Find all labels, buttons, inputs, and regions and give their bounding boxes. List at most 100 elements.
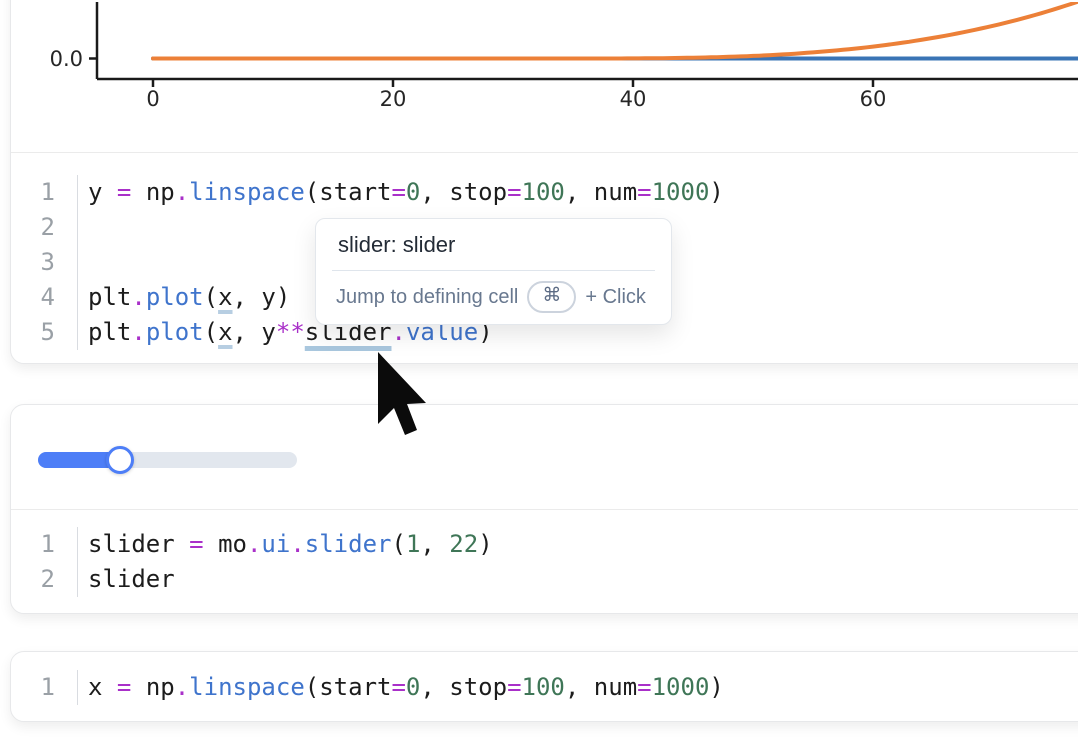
code-token: = — [637, 178, 651, 206]
code-line: 2 slider — [11, 562, 1078, 597]
series-line-power — [153, 2, 1078, 59]
code-token: . — [290, 530, 304, 558]
matplotlib-figure: 0.0 0 20 40 60 — [11, 2, 1078, 152]
notebook-cell-x: 1x = np.linspace(start=0, stop=100, num=… — [10, 651, 1078, 722]
plot-output-area: 0.0 0 20 40 60 — [11, 0, 1078, 153]
code-token: plot — [146, 283, 204, 311]
code-line-content: y = np.linspace(start=0, stop=100, num=1… — [77, 175, 1078, 210]
code-token: ) — [276, 283, 290, 311]
code-token: ( — [305, 178, 319, 206]
code-line: 1slider = mo.ui.slider(1, 22) — [11, 527, 1078, 562]
code-token: 100 — [522, 673, 565, 701]
code-token: = — [117, 673, 146, 701]
variable-tooltip: slider: slider Jump to defining cell ⌘ +… — [315, 218, 672, 325]
code-token: . — [131, 283, 145, 311]
code-token: ) — [478, 530, 492, 558]
code-token: = — [507, 178, 521, 206]
code-token: ui — [261, 530, 290, 558]
code-line-content: x = np.linspace(start=0, stop=100, num=1… — [77, 670, 1078, 705]
code-token: , — [565, 178, 594, 206]
slider-handle[interactable] — [106, 446, 134, 474]
code-token: 22 — [449, 530, 478, 558]
code-line: 1y = np.linspace(start=0, stop=100, num=… — [11, 175, 1078, 210]
tooltip-title: slider: slider — [336, 230, 651, 270]
code-token: ( — [204, 318, 218, 346]
code-token: num — [594, 673, 637, 701]
code-token: y — [261, 283, 275, 311]
x-tick-label: 40 — [620, 87, 647, 111]
code-token: y — [261, 318, 275, 346]
code-token: linspace — [189, 673, 305, 701]
code-token: . — [175, 178, 189, 206]
code-token: slider — [88, 565, 175, 593]
x-tick-label: 60 — [860, 87, 887, 111]
code-token: num — [594, 178, 637, 206]
code-token: 0 — [406, 178, 420, 206]
slider-output-area — [11, 405, 1078, 510]
code-token: y — [88, 178, 117, 206]
code-token: . — [175, 673, 189, 701]
code-token: 1000 — [652, 178, 710, 206]
code-editor-slider-cell[interactable]: 1slider = mo.ui.slider(1, 22)2slider — [11, 510, 1078, 613]
line-number: 1 — [11, 175, 77, 210]
code-token: start — [319, 673, 391, 701]
y-tick-label: 0.0 — [50, 47, 83, 71]
cmd-key-icon: ⌘ — [527, 281, 576, 313]
line-number: 5 — [11, 315, 77, 350]
code-token: ) — [709, 673, 723, 701]
code-token: , — [420, 530, 449, 558]
code-token: plt — [88, 283, 131, 311]
code-token: = — [637, 673, 651, 701]
code-token: stop — [449, 178, 507, 206]
code-token: , — [420, 178, 449, 206]
code-token: = — [507, 673, 521, 701]
code-token: np — [146, 178, 175, 206]
code-token: = — [391, 673, 405, 701]
code-token: x — [88, 673, 117, 701]
code-token: x — [218, 283, 232, 311]
line-number: 1 — [11, 527, 77, 562]
code-token: stop — [449, 673, 507, 701]
notebook-page: { "app": {"kind": "marimo-notebook"}, "t… — [0, 0, 1078, 746]
code-token: ) — [709, 178, 723, 206]
code-token: x — [218, 318, 232, 346]
code-token: ( — [391, 530, 405, 558]
code-token: , — [420, 673, 449, 701]
code-token: = — [189, 530, 218, 558]
code-token: plot — [146, 318, 204, 346]
code-token: ( — [204, 283, 218, 311]
code-token: . — [247, 530, 261, 558]
x-tick-label: 20 — [380, 87, 407, 111]
code-token: slider — [305, 530, 392, 558]
code-token: ( — [305, 673, 319, 701]
line-number: 2 — [11, 210, 77, 245]
tooltip-action-label: Jump to defining cell — [336, 286, 518, 309]
code-token: mo — [218, 530, 247, 558]
code-line-content: slider = mo.ui.slider(1, 22) — [77, 527, 1078, 562]
code-token: 100 — [522, 178, 565, 206]
tooltip-click-hint: + Click — [585, 286, 646, 309]
notebook-cell-slider: 1slider = mo.ui.slider(1, 22)2slider — [10, 404, 1078, 614]
code-token: 0 — [406, 673, 420, 701]
line-number: 1 — [11, 670, 77, 705]
code-token: , — [233, 318, 262, 346]
line-number: 4 — [11, 280, 77, 315]
code-token: = — [117, 178, 146, 206]
line-number: 2 — [11, 562, 77, 597]
code-token: ** — [276, 318, 305, 346]
code-token: 1 — [406, 530, 420, 558]
code-line: 1x = np.linspace(start=0, stop=100, num=… — [11, 670, 1078, 705]
mouse-cursor-icon — [376, 351, 430, 441]
code-token: = — [391, 178, 405, 206]
code-editor-x-cell[interactable]: 1x = np.linspace(start=0, stop=100, num=… — [11, 652, 1078, 721]
x-tick-label: 0 — [146, 87, 159, 111]
code-token: plt — [88, 318, 131, 346]
code-token: np — [146, 673, 175, 701]
code-token: , — [565, 673, 594, 701]
line-number: 3 — [11, 245, 77, 280]
code-token: 1000 — [652, 673, 710, 701]
code-line-content: slider — [77, 562, 1078, 597]
code-token: , — [233, 283, 262, 311]
code-token: start — [319, 178, 391, 206]
code-token: slider — [88, 530, 189, 558]
